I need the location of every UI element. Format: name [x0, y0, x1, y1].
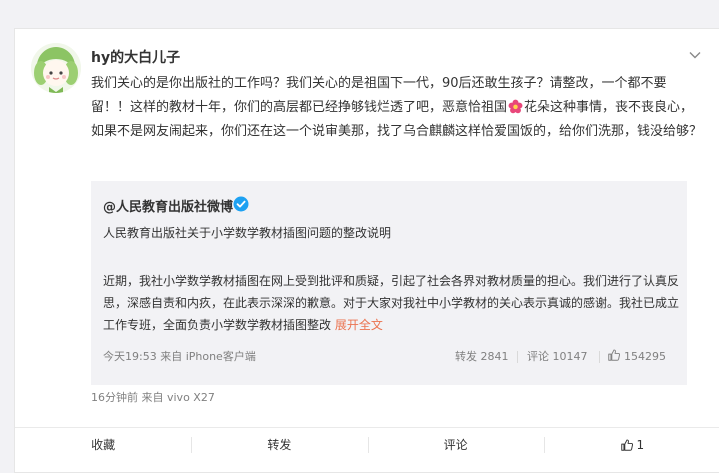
- username[interactable]: hy的大白儿子: [91, 47, 180, 67]
- favorite-button[interactable]: 收藏: [15, 428, 191, 461]
- avatar[interactable]: [31, 43, 81, 93]
- repost-like-button[interactable]: 154295: [607, 348, 666, 363]
- repost-button[interactable]: 转发: [191, 428, 367, 461]
- comment-label: 评论: [443, 438, 468, 452]
- repost-author[interactable]: @人民教育出版社微博: [103, 196, 233, 215]
- repost-comment-count[interactable]: 评论 10147: [527, 348, 588, 364]
- repost-card[interactable]: @人民教育出版社微博 人民教育出版社关于小学数学教材插图问题的整改说明 近期，我…: [91, 181, 687, 385]
- avatar-image: [31, 43, 81, 93]
- repost-body-text: 近期，我社小学数学教材插图在网上受到批评和质疑，引起了社会各界对教材质量的担心。…: [103, 274, 680, 332]
- comment-button[interactable]: 评论: [367, 428, 544, 461]
- thumbs-up-icon: [608, 349, 621, 361]
- action-bar: 收藏 转发 评论 1: [15, 427, 719, 461]
- post-text: 我们关心的是你出版社的工作吗？我们关心的是祖国下一代，90后还敢生孩子？请整改，…: [91, 72, 703, 144]
- stat-divider: [599, 351, 600, 363]
- stat-divider: [517, 351, 518, 363]
- post-timestamp-source: 16分钟前 来自 vivo X27: [91, 391, 215, 404]
- flower-emoji-icon: [508, 99, 523, 114]
- repost-label: 转发: [267, 438, 292, 452]
- repost-headline: 人民教育出版社关于小学数学教材插图问题的整改说明: [103, 226, 392, 240]
- thumbs-up-icon: [620, 438, 633, 451]
- expand-full-text-link[interactable]: 展开全文: [335, 318, 383, 332]
- like-button[interactable]: 1: [543, 428, 719, 461]
- repost-body: 近期，我社小学数学教材插图在网上受到批评和质疑，引起了社会各界对教材质量的担心。…: [103, 270, 679, 336]
- repost-repost-count[interactable]: 转发 2841: [455, 348, 509, 364]
- chevron-down-icon[interactable]: [687, 47, 703, 63]
- favorite-label: 收藏: [91, 438, 116, 452]
- verified-badge-icon: [233, 196, 249, 212]
- repost-timestamp-source: 今天19:53 来自 iPhone客户端: [103, 350, 256, 363]
- weibo-post-card: hy的大白儿子 我们关心的是你出版社的工作吗？我们关心的是祖国下一代，90后还敢…: [14, 28, 719, 473]
- repost-like-count: 154295: [624, 350, 666, 363]
- like-count: 1: [636, 437, 645, 452]
